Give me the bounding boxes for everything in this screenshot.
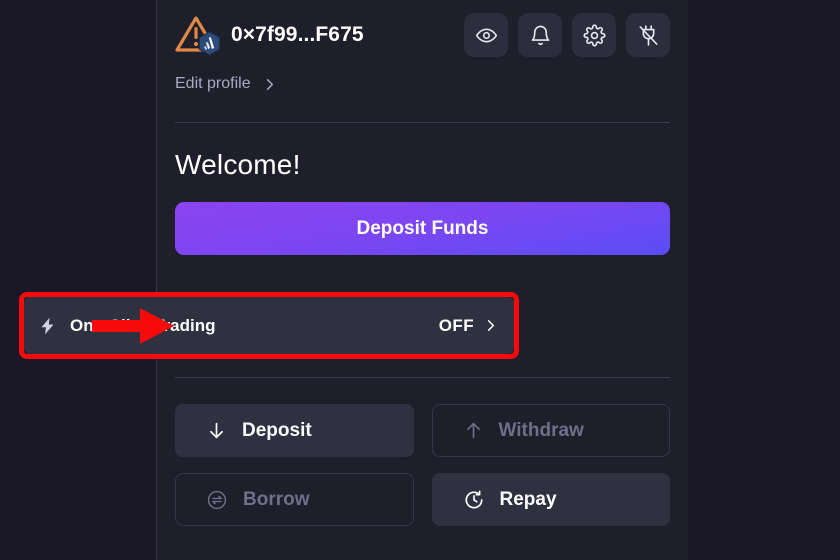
one-click-trading-row[interactable]: One-Click Trading OFF [24,297,514,354]
deposit-button-label: Deposit [242,419,312,441]
borrow-button-label: Borrow [243,488,310,510]
chevron-right-icon [487,320,495,331]
header-divider [175,122,670,123]
arrow-up-icon [466,422,480,439]
one-click-trading-label: One-Click Trading [70,315,216,335]
chevron-right-icon [266,78,273,90]
one-click-trading-right: OFF [439,316,498,336]
lightning-bolt-icon [41,317,54,334]
page-title: Welcome! [175,149,301,180]
section-divider [175,377,670,378]
edit-profile-link[interactable]: Edit profile [175,66,277,102]
notifications-button[interactable] [518,13,562,57]
action-buttons-grid: Deposit Withdraw Borrow Repay [175,404,670,526]
deposit-funds-button[interactable]: Deposit Funds [175,202,670,255]
disconnect-button[interactable] [626,13,670,57]
wallet-identity[interactable]: 0×7f99...F675 [175,13,364,57]
one-click-trading-left: One-Click Trading [38,315,215,337]
edit-profile-label: Edit profile [175,75,251,92]
repay-button-label: Repay [499,488,557,510]
swap-circle-icon [207,490,227,509]
deposit-button[interactable]: Deposit [175,404,414,457]
one-click-trading-state: OFF [438,315,474,335]
arbitrum-chain-icon [198,31,221,56]
panel-header: 0×7f99...F675 [175,0,670,62]
settings-button[interactable] [572,13,616,57]
eye-icon [475,28,497,42]
visibility-toggle-button[interactable] [464,13,508,57]
repay-button[interactable]: Repay [431,473,670,526]
borrow-button[interactable]: Borrow [175,473,414,526]
header-actions [464,13,670,57]
plug-disconnect-icon [638,24,658,46]
withdraw-button[interactable]: Withdraw [431,404,670,457]
bell-icon [531,25,549,45]
wallet-address: 0×7f99...F675 [231,23,364,46]
wallet-panel: 0×7f99...F675 Edit profile Welcome! Depo… [156,0,688,560]
gear-icon [582,23,606,46]
withdraw-button-label: Withdraw [498,419,584,441]
avatar [175,13,221,57]
arrow-down-icon [210,422,223,439]
clock-rotate-right-icon [464,490,483,508]
